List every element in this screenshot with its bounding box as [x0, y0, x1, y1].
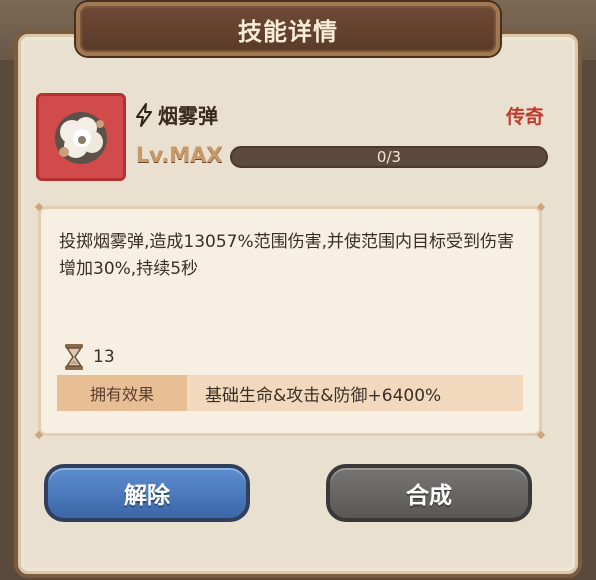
- level-label: Lv.MAX: [136, 143, 223, 167]
- smoke-bomb-icon: [36, 93, 126, 181]
- skill-name: 烟雾弹: [158, 104, 218, 128]
- dialog-title: 技能详情: [238, 17, 338, 46]
- item-count: 13: [93, 347, 115, 367]
- skill-description: 投掷烟雾弹,造成13057%范围伤害,并使范围内目标受到伤害增加30%,持续5秒: [59, 232, 515, 279]
- compose-button[interactable]: 合成: [326, 464, 532, 522]
- effect-label: 拥有效果: [57, 375, 187, 411]
- item-count-row: 13: [63, 343, 115, 371]
- hourglass-icon: [65, 344, 83, 370]
- release-button[interactable]: 解除: [44, 464, 250, 522]
- skill-name-row: 烟雾弹: [134, 100, 218, 129]
- level-progress-bar: 0/3: [230, 146, 548, 168]
- title-plate: 技能详情: [76, 2, 500, 56]
- description-box: 投掷烟雾弹,造成13057%范围伤害,并使范围内目标受到伤害增加30%,持续5秒…: [34, 202, 546, 440]
- rarity-label: 传奇: [505, 106, 544, 128]
- effect-value: 基础生命&攻击&防御+6400%: [205, 385, 442, 406]
- progress-text: 0/3: [376, 148, 402, 166]
- lightning-icon: [136, 102, 152, 127]
- owned-effect-row: 拥有效果 基础生命&攻击&防御+6400%: [57, 375, 523, 411]
